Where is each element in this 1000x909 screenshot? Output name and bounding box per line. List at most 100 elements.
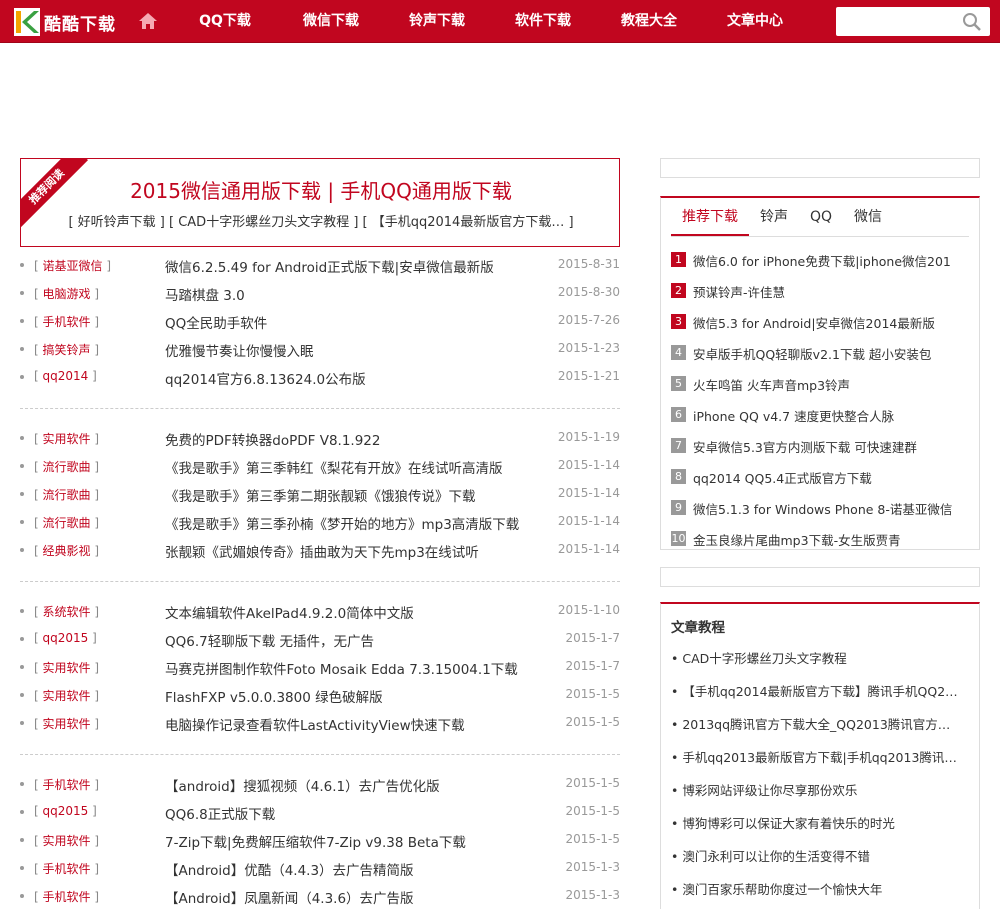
ranking-item-title[interactable]: qq2014 QQ5.4正式版官方下载 [693, 468, 963, 487]
article-category[interactable]: [ 系统软件 ] [34, 603, 99, 620]
article-category-label[interactable]: qq2014 [43, 369, 89, 383]
article-category-label[interactable]: 诺基亚微信 [43, 259, 103, 273]
article-category[interactable]: [ 实用软件 ] [34, 715, 99, 732]
article-category[interactable]: [ 流行歌曲 ] [34, 486, 99, 503]
nav-tutorials[interactable]: 教程大全 [596, 0, 702, 43]
article-category-label[interactable]: 实用软件 [43, 834, 91, 848]
site-logo[interactable]: 酷酷下载 [14, 7, 124, 37]
ranking-item[interactable]: 7 安卓微信5.3官方内测版下载 可快速建群 [671, 430, 971, 461]
article-title[interactable]: 【Android】优酷（4.4.3）去广告精简版 [165, 859, 555, 879]
nav-articles[interactable]: 文章中心 [702, 0, 808, 43]
article-category-label[interactable]: 实用软件 [43, 432, 91, 446]
article-category[interactable]: [ 手机软件 ] [34, 860, 99, 877]
ranking-item-title[interactable]: 预谋铃声-许佳慧 [693, 282, 963, 301]
article-category-label[interactable]: qq2015 [43, 804, 89, 818]
ranking-item[interactable]: 8 qq2014 QQ5.4正式版官方下载 [671, 461, 971, 492]
tutorial-link[interactable]: • 澳门百家乐帮助你度过一个愉快大年 [671, 879, 961, 898]
featured-links[interactable]: [ 好听铃声下载 ] [ CAD十字形螺丝刀头文字教程 ] [ 【手机qq201… [21, 211, 619, 230]
article-title[interactable]: 免费的PDF转换器doPDF V8.1.922 [165, 429, 555, 449]
ranking-item[interactable]: 1 微信6.0 for iPhone免费下载|iphone微信201 [671, 244, 971, 275]
article-category-label[interactable]: 流行歌曲 [43, 516, 91, 530]
ranking-item[interactable]: 4 安卓版手机QQ轻聊版v2.1下载 超小安装包 [671, 337, 971, 368]
article-title[interactable]: QQ6.8正式版下载 [165, 803, 555, 823]
article-title[interactable]: 《我是歌手》第三季韩红《梨花有开放》在线试听高清版 [165, 457, 555, 477]
article-title[interactable]: 7-Zip下载|免费解压缩软件7-Zip v9.38 Beta下载 [165, 831, 555, 851]
article-category[interactable]: [ 诺基亚微信 ] [34, 257, 111, 274]
article-category[interactable]: [ 手机软件 ] [34, 776, 99, 793]
ranking-item[interactable]: 10 金玉良缘片尾曲mp3下载-女生版贾青 [671, 523, 971, 554]
search-input[interactable] [836, 7, 956, 36]
article-category-label[interactable]: 手机软件 [43, 890, 91, 904]
ranking-item[interactable]: 9 微信5.1.3 for Windows Phone 8-诺基亚微信 [671, 492, 971, 523]
article-category[interactable]: [ 实用软件 ] [34, 659, 99, 676]
ranking-item-title[interactable]: 火车鸣笛 火车声音mp3铃声 [693, 375, 963, 394]
article-category-label[interactable]: 手机软件 [43, 315, 91, 329]
article-category[interactable]: [ 实用软件 ] [34, 687, 99, 704]
article-category-label[interactable]: 手机软件 [43, 862, 91, 876]
article-title[interactable]: 《我是歌手》第三季第二期张靓颖《饿狼传说》下载 [165, 485, 555, 505]
article-category-label[interactable]: 实用软件 [43, 689, 91, 703]
article-title[interactable]: 电脑操作记录查看软件LastActivityView快速下载 [165, 714, 555, 734]
article-title[interactable]: qq2014官方6.8.13624.0公布版 [165, 368, 555, 388]
article-category[interactable]: [ 搞笑铃声 ] [34, 341, 99, 358]
search-icon[interactable] [962, 12, 982, 32]
article-title[interactable]: 微信6.2.5.49 for Android正式版下载|安卓微信最新版 [165, 256, 555, 276]
article-category-label[interactable]: 流行歌曲 [43, 488, 91, 502]
featured-title[interactable]: 2015微信通用版下载 | 手机QQ通用版下载 [21, 175, 619, 204]
article-category-label[interactable]: 搞笑铃声 [43, 343, 91, 357]
article-title[interactable]: 优雅慢节奏让你慢慢入眠 [165, 340, 555, 360]
ranking-item-title[interactable]: 微信5.3 for Android|安卓微信2014最新版 [693, 313, 963, 332]
ranking-item-title[interactable]: 微信6.0 for iPhone免费下载|iphone微信201 [693, 251, 963, 270]
article-category-label[interactable]: 系统软件 [43, 605, 91, 619]
ranking-item[interactable]: 5 火车鸣笛 火车声音mp3铃声 [671, 368, 971, 399]
tutorial-link[interactable]: • 博狗博彩可以保证大家有着快乐的时光 [671, 813, 961, 832]
ranking-item[interactable]: 2 预谋铃声-许佳慧 [671, 275, 971, 306]
article-title[interactable]: 张靓颖《武媚娘传奇》插曲敢为天下先mp3在线试听 [165, 541, 555, 561]
article-category[interactable]: [ 实用软件 ] [34, 430, 99, 447]
nav-ringtone-download[interactable]: 铃声下载 [384, 0, 490, 43]
article-title[interactable]: 文本编辑软件AkelPad4.9.2.0简体中文版 [165, 602, 555, 622]
article-category-label[interactable]: 手机软件 [43, 778, 91, 792]
article-title[interactable]: 《我是歌手》第三季孙楠《梦开始的地方》mp3高清版下载 [165, 513, 555, 533]
article-category-label[interactable]: 实用软件 [43, 717, 91, 731]
article-category-label[interactable]: qq2015 [43, 631, 89, 645]
article-category[interactable]: [ 实用软件 ] [34, 832, 99, 849]
article-title[interactable]: 【android】搜狐视频（4.6.1）去广告优化版 [165, 775, 555, 795]
home-icon[interactable] [138, 11, 158, 31]
article-title[interactable]: QQ6.7轻聊版下载 无插件，无广告 [165, 630, 555, 650]
article-category[interactable]: [ 经典影视 ] [34, 542, 99, 559]
article-title[interactable]: 【Android】凤凰新闻（4.3.6）去广告版 [165, 887, 555, 907]
nav-qq-download[interactable]: QQ下载 [172, 0, 278, 43]
article-category[interactable]: [ 手机软件 ] [34, 313, 99, 330]
ranking-item[interactable]: 6 iPhone QQ v4.7 速度更快整合人脉 [671, 399, 971, 430]
article-category-label[interactable]: 经典影视 [43, 544, 91, 558]
ranking-item-title[interactable]: 微信5.1.3 for Windows Phone 8-诺基亚微信 [693, 499, 963, 518]
tutorial-link[interactable]: • CAD十字形螺丝刀头文字教程 [671, 648, 961, 667]
article-title[interactable]: FlashFXP v5.0.0.3800 绿色破解版 [165, 686, 555, 706]
article-category-label[interactable]: 电脑游戏 [43, 287, 91, 301]
ranking-item-title[interactable]: 安卓微信5.3官方内测版下载 可快速建群 [693, 437, 963, 456]
tab-ringtone[interactable]: 铃声 [749, 198, 799, 236]
article-title[interactable]: 马踏棋盘 3.0 [165, 284, 555, 304]
article-title[interactable]: QQ全民助手软件 [165, 312, 555, 332]
article-category[interactable]: [ 流行歌曲 ] [34, 458, 99, 475]
tutorial-link[interactable]: • 手机qq2013最新版官方下载|手机qq2013腾讯官... [671, 747, 961, 766]
ranking-item-title[interactable]: 金玉良缘片尾曲mp3下载-女生版贾青 [693, 530, 963, 549]
article-category[interactable]: [ qq2015 ] [34, 804, 97, 818]
nav-software-download[interactable]: 软件下载 [490, 0, 596, 43]
article-category[interactable]: [ qq2015 ] [34, 631, 97, 645]
tab-recommend-download[interactable]: 推荐下载 [671, 198, 749, 236]
article-category[interactable]: [ qq2014 ] [34, 369, 97, 383]
tutorial-link[interactable]: • 【手机qq2014最新版官方下载】腾讯手机QQ20... [671, 681, 961, 700]
tutorial-link[interactable]: • 澳门永利可以让你的生活变得不错 [671, 846, 961, 865]
article-category-label[interactable]: 实用软件 [43, 661, 91, 675]
ranking-item-title[interactable]: 安卓版手机QQ轻聊版v2.1下载 超小安装包 [693, 344, 963, 363]
tutorial-link[interactable]: • 博彩网站评级让你尽享那份欢乐 [671, 780, 961, 799]
tab-wechat[interactable]: 微信 [843, 198, 893, 236]
article-category-label[interactable]: 流行歌曲 [43, 460, 91, 474]
nav-wechat-download[interactable]: 微信下载 [278, 0, 384, 43]
ranking-item[interactable]: 3 微信5.3 for Android|安卓微信2014最新版 [671, 306, 971, 337]
article-category[interactable]: [ 电脑游戏 ] [34, 285, 99, 302]
ranking-item-title[interactable]: iPhone QQ v4.7 速度更快整合人脉 [693, 406, 963, 425]
tutorial-link[interactable]: • 2013qq腾讯官方下载大全_QQ2013腾讯官方正式... [671, 714, 961, 733]
